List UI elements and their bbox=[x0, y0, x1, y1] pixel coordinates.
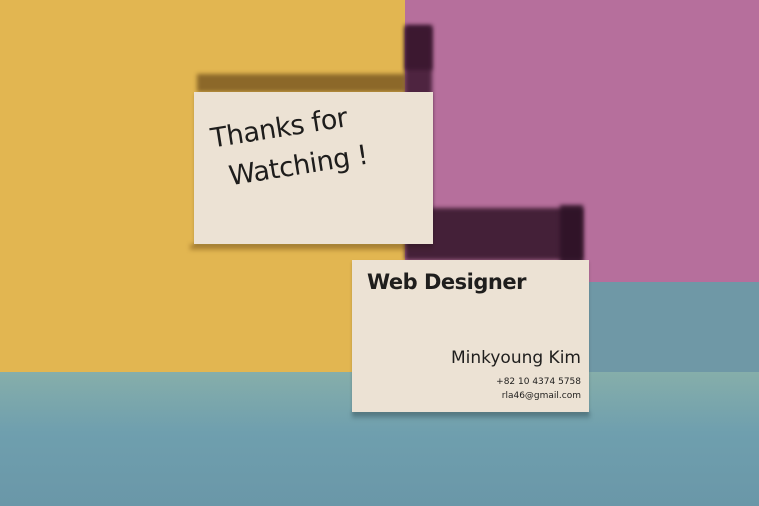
phone-number: +82 10 4374 5758 bbox=[496, 377, 581, 387]
card-shadow bbox=[190, 244, 433, 250]
job-title: Web Designer bbox=[367, 270, 526, 294]
person-name: Minkyoung Kim bbox=[450, 348, 581, 368]
business-card: Web Designer Minkyoung Kim +82 10 4374 5… bbox=[352, 260, 589, 412]
card-shadow bbox=[352, 412, 590, 418]
thanks-message: Thanks for Watching ! bbox=[208, 86, 438, 199]
email-address: rla46@gmail.com bbox=[501, 391, 581, 401]
thanks-card: Thanks for Watching ! bbox=[194, 92, 433, 244]
card-shadow bbox=[197, 74, 405, 92]
card-shadow bbox=[560, 205, 583, 265]
